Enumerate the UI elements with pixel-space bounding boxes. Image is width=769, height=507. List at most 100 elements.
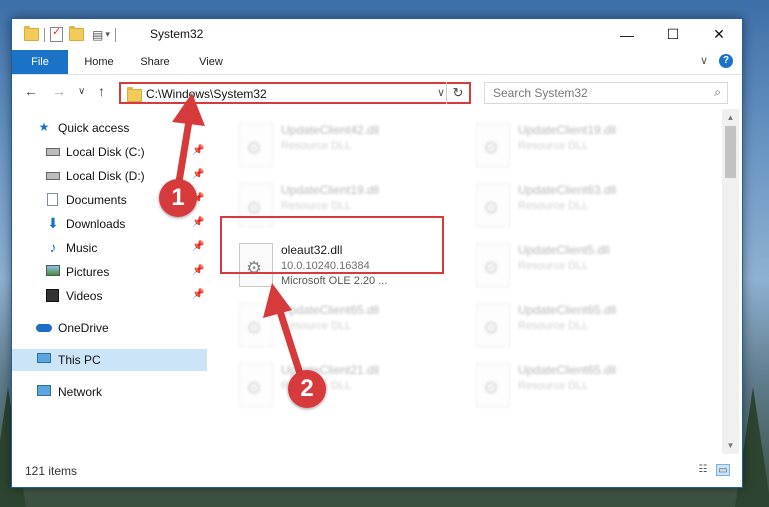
file-tile[interactable]: ⚙ UpdateClient63.dll Resource DLL [470, 179, 695, 231]
file-name: UpdateClient63.dll [518, 183, 617, 197]
details-view-icon[interactable]: ☷ [696, 464, 710, 476]
file-tile[interactable]: ⚙ UpdateClient65.dll Resource DLL [470, 359, 695, 411]
sidebar-item-label: Local Disk (C:) [66, 145, 145, 159]
new-folder-icon[interactable] [69, 26, 84, 41]
customize-dropdown-icon[interactable]: ▾ [105, 29, 110, 40]
tab-file[interactable]: File [12, 50, 68, 74]
music-icon: ♪ [49, 239, 57, 255]
file-tile[interactable]: ⚙ UpdateClient42.dll Resource DLL [233, 119, 458, 171]
sidebar-item-quick-access[interactable]: ★ Quick access [12, 117, 207, 139]
file-description: Resource DLL [518, 200, 589, 212]
file-name: UpdateClient65.dll [518, 363, 617, 377]
scroll-up-icon[interactable]: ▲ [722, 109, 739, 126]
step-1-badge: 1 [159, 179, 197, 217]
pictures-icon [46, 265, 60, 278]
dll-file-icon: ⚙ [239, 363, 273, 407]
documents-icon [47, 193, 61, 206]
file-tile[interactable]: ⚙ UpdateClient65.dll Resource DLL [233, 299, 458, 351]
sidebar-item-label: Network [58, 385, 103, 399]
ribbon-tabs: File Home Share View ∨ ? [12, 50, 742, 75]
pin-icon: 📌 [192, 217, 205, 228]
maximize-button[interactable]: ☐ [650, 19, 696, 50]
dll-file-icon: ⚙ [476, 123, 510, 167]
file-description: Resource DLL [518, 260, 589, 272]
status-bar: 121 items ☷ ▭ [12, 454, 742, 487]
address-path[interactable]: C:\Windows\System32 [146, 87, 267, 101]
sidebar-item-videos[interactable]: Videos 📌 [12, 285, 207, 307]
file-description: Resource DLL [518, 380, 589, 392]
pin-icon: 📌 [192, 289, 205, 300]
tab-home[interactable]: Home [74, 50, 124, 74]
download-icon: ⬇ [47, 215, 59, 231]
divider [44, 27, 45, 42]
sidebar-item-label: Quick access [58, 121, 130, 135]
sidebar-item-onedrive[interactable]: OneDrive [12, 317, 207, 339]
file-tile[interactable]: ⚙ UpdateClient5.dll Resource DLL [470, 239, 695, 291]
sidebar-item-pictures[interactable]: Pictures 📌 [12, 261, 207, 283]
dll-file-icon: ⚙ [476, 243, 510, 287]
file-name: UpdateClient65.dll [518, 303, 617, 317]
file-tile[interactable]: ⚙ UpdateClient21.dll Resource DLL [233, 359, 458, 411]
pin-icon: 📌 [192, 145, 205, 156]
sidebar-item-label: Documents [66, 193, 127, 207]
sidebar-item-label: Videos [66, 289, 103, 303]
star-icon: ★ [38, 120, 50, 134]
drive-icon [46, 145, 60, 158]
sidebar-item-network[interactable]: Network [12, 381, 207, 403]
properties-icon[interactable] [50, 25, 63, 42]
tab-view[interactable]: View [186, 50, 236, 74]
file-name: UpdateClient42.dll [281, 123, 380, 137]
up-button[interactable]: ↑ [98, 83, 105, 99]
dll-file-icon: ⚙ [239, 123, 273, 167]
view-layout-icon[interactable]: ▤ [92, 28, 103, 42]
close-button[interactable]: ✕ [696, 19, 742, 50]
title-bar: ▤ ▾ System32 — ☐ ✕ [12, 19, 742, 50]
scroll-down-icon[interactable]: ▼ [722, 437, 739, 454]
sidebar-item-local-disk-c[interactable]: Local Disk (C:) 📌 [12, 141, 207, 163]
divider [114, 27, 116, 42]
file-tile[interactable]: ⚙ UpdateClient65.dll Resource DLL [470, 299, 695, 351]
forward-button[interactable]: → [52, 83, 66, 99]
sidebar-item-music[interactable]: ♪ Music 📌 [12, 237, 207, 259]
sidebar-item-label: Music [66, 241, 98, 255]
search-icon: ⌕ [714, 85, 721, 99]
dll-file-icon: ⚙ [476, 183, 510, 227]
computer-icon [37, 353, 51, 366]
network-icon [37, 385, 51, 398]
file-description: Resource DLL [518, 140, 589, 152]
tiles-view-icon[interactable]: ▭ [716, 464, 730, 476]
drive-icon [46, 169, 60, 182]
file-description: Resource DLL [281, 140, 352, 152]
vertical-scrollbar[interactable]: ▲ ▼ [722, 109, 739, 454]
item-count: 121 items [25, 464, 78, 478]
file-tile[interactable]: ⚙ UpdateClient19.dll Resource DLL [470, 119, 695, 171]
help-icon[interactable]: ? [719, 54, 733, 68]
search-placeholder: Search System32 [493, 86, 588, 100]
file-name: UpdateClient19.dll [281, 183, 380, 197]
cloud-icon [36, 321, 52, 334]
dll-file-icon: ⚙ [476, 303, 510, 347]
file-description: Resource DLL [518, 320, 589, 332]
back-button[interactable]: ← [24, 83, 38, 99]
address-dropdown-icon[interactable]: ∨ [437, 86, 445, 99]
sidebar-item-label: OneDrive [58, 321, 109, 335]
file-name: UpdateClient5.dll [518, 243, 610, 257]
scroll-thumb[interactable] [725, 126, 736, 178]
tab-share[interactable]: Share [130, 50, 180, 74]
pin-icon: 📌 [192, 241, 205, 252]
file-name: UpdateClient19.dll [518, 123, 617, 137]
refresh-button[interactable]: ↻ [446, 82, 469, 104]
file-list: ⚙ UpdateClient42.dll Resource DLL ⚙ Upda… [208, 109, 722, 454]
address-bar[interactable]: C:\Windows\System32 ∨ ↻ [119, 82, 471, 104]
folder-icon [127, 87, 142, 102]
sidebar-item-this-pc[interactable]: This PC [12, 349, 207, 371]
ribbon-collapse-icon[interactable]: ∨ [700, 54, 708, 67]
sidebar-item-label: Pictures [66, 265, 110, 279]
minimize-button[interactable]: — [604, 19, 650, 50]
navigation-bar: ← → ∨ ↑ C:\Windows\System32 ∨ ↻ Search S… [12, 75, 742, 109]
file-description: Resource DLL [281, 320, 352, 332]
highlight-box [220, 216, 444, 274]
search-input[interactable]: Search System32 ⌕ [484, 82, 728, 104]
recent-locations-button[interactable]: ∨ [78, 86, 85, 97]
pin-icon: 📌 [192, 265, 205, 276]
